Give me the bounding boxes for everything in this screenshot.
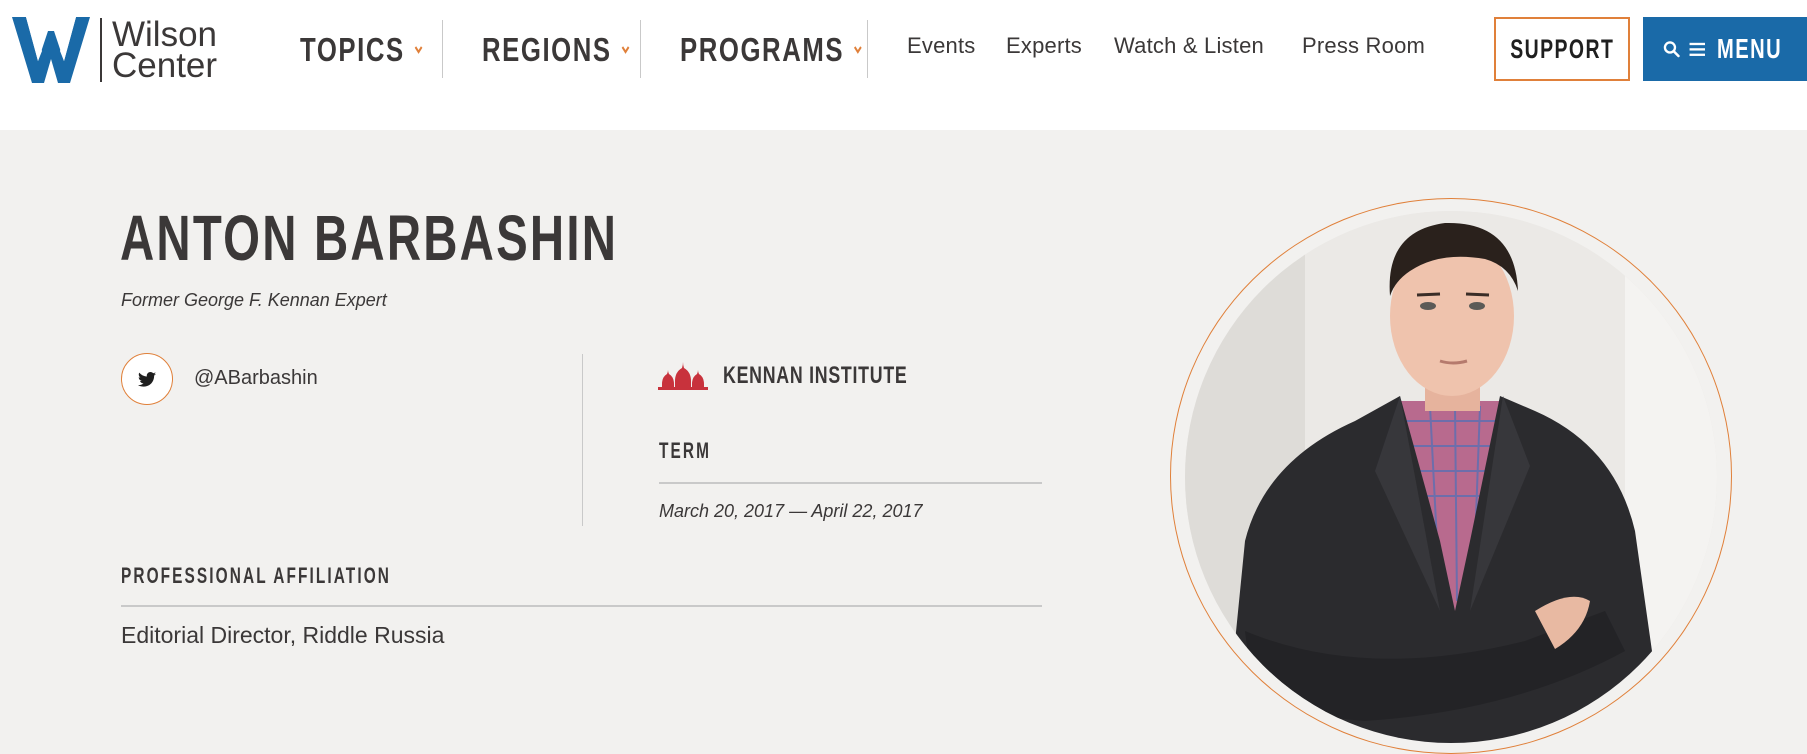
twitter-icon <box>138 371 156 387</box>
portrait-photo <box>1185 211 1717 743</box>
search-icon <box>1663 41 1680 58</box>
affiliation-divider <box>121 605 1042 607</box>
menu-button[interactable]: MENU <box>1643 17 1807 81</box>
nav-link-experts[interactable]: Experts <box>1006 33 1082 59</box>
nav-regions[interactable]: REGIONS <box>482 22 672 78</box>
nav-programs[interactable]: PROGRAMS <box>680 22 914 78</box>
nav-link-press-room[interactable]: Press Room <box>1302 33 1425 59</box>
wilson-center-logo[interactable]: Wilson Center <box>12 17 217 83</box>
support-button[interactable]: SUPPORT <box>1494 17 1630 81</box>
kennan-institute-domes-icon <box>658 362 708 390</box>
nav-link-events[interactable]: Events <box>907 33 975 59</box>
term-divider <box>659 482 1042 484</box>
logo-divider <box>100 18 102 82</box>
site-header: Wilson Center TOPICS REGIONS PROGRAMS Ev… <box>0 0 1807 130</box>
wilson-w-logo-icon <box>12 17 90 83</box>
twitter-link[interactable] <box>121 353 173 405</box>
chevron-down-icon <box>854 46 862 54</box>
program-link-kennan-institute[interactable]: KENNAN INSTITUTE <box>723 362 908 390</box>
person-portrait-illustration <box>1185 211 1717 743</box>
nav-divider <box>867 20 868 78</box>
term-dates: March 20, 2017 — April 22, 2017 <box>659 501 923 521</box>
nav-link-watch-listen[interactable]: Watch & Listen <box>1114 33 1264 59</box>
nav-programs-label: PROGRAMS <box>680 31 845 68</box>
chevron-down-icon <box>621 46 630 54</box>
column-divider <box>582 354 583 526</box>
chevron-down-icon <box>414 46 423 54</box>
twitter-handle[interactable]: @ABarbashin <box>194 367 318 390</box>
nav-regions-label: REGIONS <box>482 31 612 68</box>
menu-button-label: MENU <box>1716 33 1782 64</box>
support-button-label: SUPPORT <box>1509 33 1615 64</box>
nav-topics-label: TOPICS <box>300 31 405 68</box>
term-heading: TERM <box>659 438 712 463</box>
expert-name: ANTON BARBASHIN <box>120 202 619 274</box>
nav-divider <box>640 20 641 78</box>
logo-word-center: Center <box>112 46 218 85</box>
affiliation-heading: PROFESSIONAL AFFILIATION <box>121 563 392 588</box>
nav-divider <box>442 20 443 78</box>
logo-wordmark: Wilson Center <box>112 17 218 85</box>
hamburger-icon <box>1689 42 1706 56</box>
expert-title: Former George F. Kennan Expert <box>121 290 387 310</box>
affiliation-value: Editorial Director, Riddle Russia <box>121 622 445 648</box>
nav-topics[interactable]: TOPICS <box>300 22 458 78</box>
